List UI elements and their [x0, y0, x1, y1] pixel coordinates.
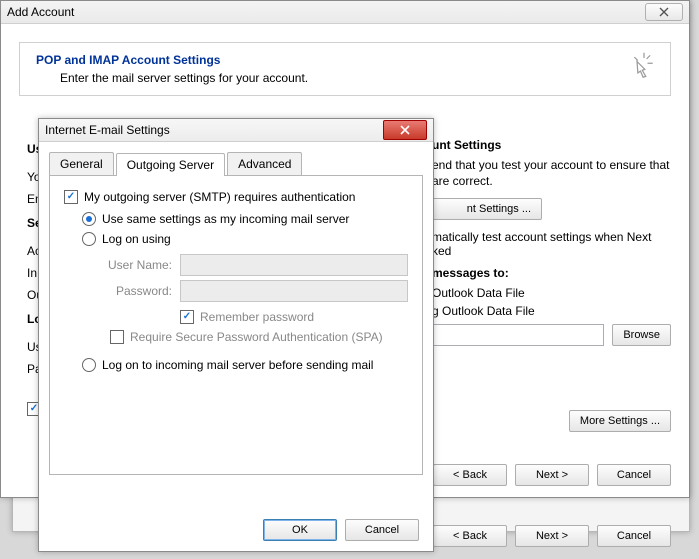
wizard-footer: < Back Next > Cancel [433, 464, 671, 486]
test-account-settings-button[interactable]: nt Settings ... [432, 198, 542, 220]
add-account-titlebar: Add Account [1, 1, 689, 24]
tab-advanced[interactable]: Advanced [227, 152, 302, 175]
cancel-button[interactable]: Cancel [597, 464, 671, 486]
use-same-settings-radio[interactable]: Use same settings as my incoming mail se… [82, 212, 349, 226]
wizard-subheading: Enter the mail server settings for your … [60, 71, 654, 85]
data-file-path-input[interactable] [432, 324, 604, 346]
dialog-title: Internet E-mail Settings [45, 123, 383, 137]
back-button[interactable]: < Back [433, 464, 507, 486]
tab-strip: General Outgoing Server Advanced [49, 152, 423, 175]
log-on-incoming-first-radio[interactable]: Log on to incoming mail server before se… [82, 358, 373, 372]
ok-button[interactable]: OK [263, 519, 337, 541]
wizard-header: POP and IMAP Account Settings Enter the … [19, 42, 671, 96]
deliver-existing-file[interactable]: g Outlook Data File [432, 304, 671, 318]
tab-general[interactable]: General [49, 152, 114, 175]
outer-wizard-footer: < Back Next > Cancel [433, 525, 671, 547]
outer-next-button[interactable]: Next > [515, 525, 589, 547]
deliver-new-file[interactable]: Outlook Data File [432, 286, 671, 300]
next-button[interactable]: Next > [515, 464, 589, 486]
dialog-footer: OK Cancel [263, 519, 419, 541]
dialog-cancel-button[interactable]: Cancel [345, 519, 419, 541]
remember-password-checkbox: ✓ Remember password [180, 310, 314, 324]
wizard-heading: POP and IMAP Account Settings [36, 53, 654, 67]
log-on-using-radio[interactable]: Log on using [82, 232, 171, 246]
outer-cancel-button[interactable]: Cancel [597, 525, 671, 547]
tab-outgoing-server[interactable]: Outgoing Server [116, 153, 225, 176]
require-spa-checkbox: Require Secure Password Authentication (… [110, 330, 383, 344]
cursor-icon [630, 51, 658, 79]
password-label: Password: [92, 284, 172, 298]
smtp-password-input [180, 280, 408, 302]
browse-button[interactable]: Browse [612, 324, 671, 346]
more-settings-button[interactable]: More Settings ... [569, 410, 671, 432]
close-button[interactable] [645, 3, 683, 21]
outer-back-button[interactable]: < Back [433, 525, 507, 547]
smtp-requires-auth-checkbox[interactable]: ✓ My outgoing server (SMTP) requires aut… [64, 190, 355, 204]
dialog-close-button[interactable] [383, 120, 427, 140]
outgoing-server-panel: ✓ My outgoing server (SMTP) requires aut… [49, 175, 423, 475]
user-name-label: User Name: [92, 258, 172, 272]
smtp-username-input [180, 254, 408, 276]
deliver-heading: messages to: [432, 266, 671, 280]
internet-email-settings-dialog: Internet E-mail Settings General Outgoin… [38, 118, 434, 552]
add-account-title: Add Account [7, 5, 645, 19]
dialog-titlebar: Internet E-mail Settings [39, 119, 433, 142]
